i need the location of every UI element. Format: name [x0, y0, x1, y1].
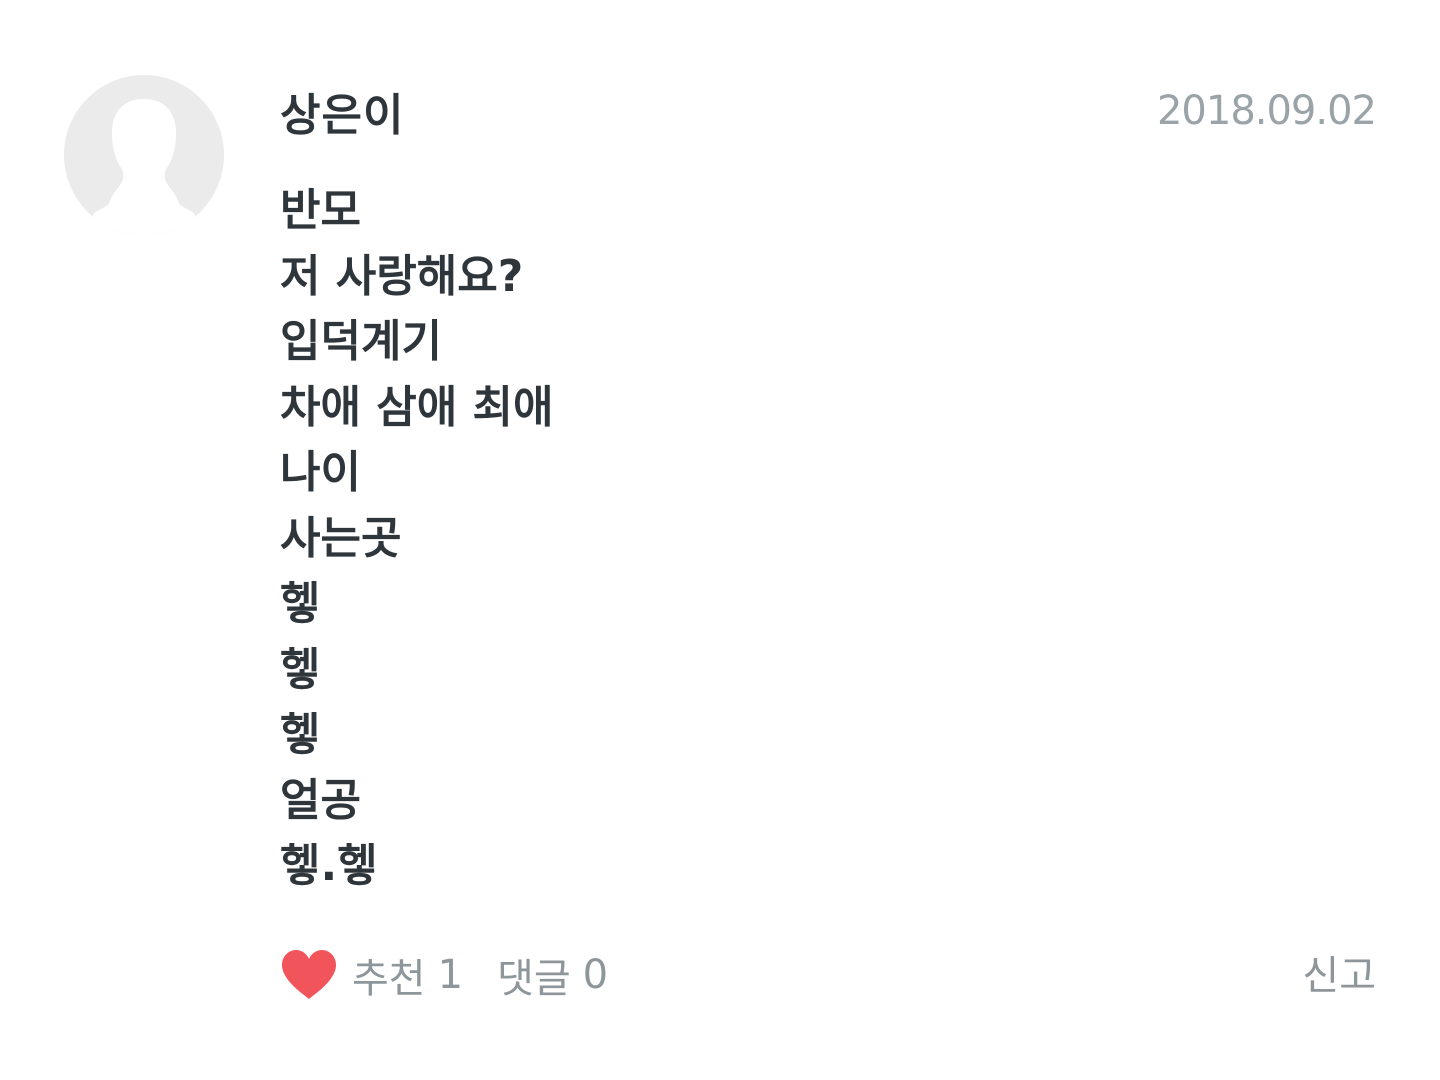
content-line: 나이 [280, 447, 361, 498]
content-line: 헿 [280, 709, 321, 760]
comments-stat[interactable]: 댓글 0 [497, 946, 608, 1004]
content-line: 얼공 [280, 774, 361, 826]
content-line: 차애 삼애 최애 [280, 381, 554, 433]
content-line: 사는곳 [280, 512, 402, 564]
content-line: 입덕계기 [280, 316, 442, 367]
post-content: 반모 저 사랑해요? 입덕계기 차애 삼애 최애 나이 사는곳 헿 헿 헿 얼공… [280, 178, 554, 899]
comments-label: 댓글 [497, 956, 571, 1002]
content-line: 반모 [280, 185, 361, 236]
content-line: 헿.헿 [280, 840, 378, 891]
content-line: 헿 [280, 578, 321, 629]
like-button[interactable] [280, 947, 338, 1003]
heart-icon [282, 950, 336, 999]
content-line: 헿 [280, 643, 321, 695]
post-card: 상은이 2018.09.02 반모 저 사랑해요? 입덕계기 차애 삼애 최애 … [0, 0, 1440, 1080]
post-date: 2018.09.02 [1156, 88, 1377, 134]
comments-count: 0 [582, 952, 609, 998]
post-footer: 추천 1 댓글 0 [280, 945, 608, 1005]
likes-count: 1 [437, 952, 464, 998]
content-line: 저 사랑해요? [280, 250, 524, 302]
likes-label: 추천 [352, 956, 426, 1002]
default-profile-icon [64, 75, 224, 235]
avatar[interactable] [64, 75, 224, 235]
report-button[interactable]: 신고 [1302, 948, 1376, 1004]
likes-stat[interactable]: 추천 1 [352, 946, 463, 1004]
author-name[interactable]: 상은이 [280, 88, 404, 144]
